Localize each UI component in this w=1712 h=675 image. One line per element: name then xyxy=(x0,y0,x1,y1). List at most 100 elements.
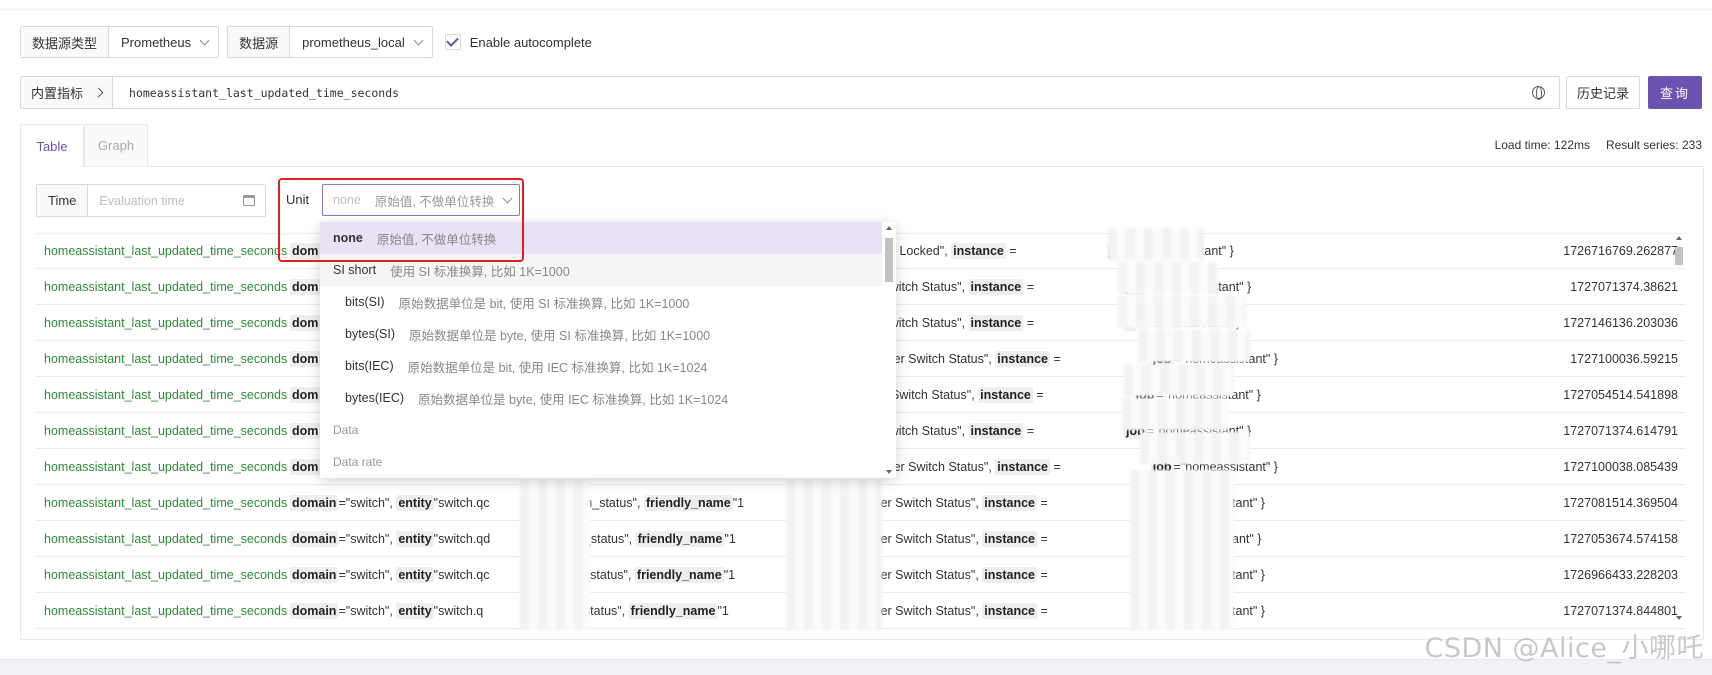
builtin-metrics-button[interactable]: 内置指标 xyxy=(21,77,114,108)
series-value: 1726716769.262877 xyxy=(1563,244,1678,258)
metric-name: homeassistant_last_updated_time_seconds … xyxy=(44,352,295,366)
series-labels: domain ="switch", entity "switch.qc vitch_s… xyxy=(290,566,736,583)
table-scrollbar[interactable] xyxy=(1673,233,1685,623)
label-key-domain: dom xyxy=(290,350,321,367)
series-labels: domain ="switch", entity "switch.qc switch_… xyxy=(290,494,744,511)
metric-name-text: homeassistant_last_updated_time_seconds xyxy=(44,279,288,294)
metric-name: homeassistant_last_updated_time_seconds … xyxy=(44,496,295,510)
option-name: SI short xyxy=(333,263,377,277)
query-button[interactable]: 查询 xyxy=(1648,76,1702,109)
label-key-instance: instance xyxy=(982,566,1037,583)
datasource-value: prometheus_local xyxy=(302,34,405,50)
scroll-down-icon[interactable] xyxy=(1676,616,1682,620)
option-name: bytes(SI) xyxy=(345,327,396,341)
label-key-domain: dom xyxy=(290,458,321,475)
promql-query-input[interactable]: 内置指标 homeassistant_last_updated_time_sec… xyxy=(20,76,1560,109)
query-text[interactable]: homeassistant_last_updated_time_seconds xyxy=(113,86,1532,100)
dropdown-option[interactable]: bits(SI) 原始数据单位是 bit, 使用 SI 标准换算, 比如 1K=1… xyxy=(320,286,896,318)
tab-table[interactable]: Table xyxy=(20,124,84,167)
option-name: bits(IEC) xyxy=(345,359,394,373)
dropdown-option[interactable]: bytes(IEC) 原始数据单位是 byte, 使用 IEC 标准换算, 比如 … xyxy=(320,382,896,414)
metric-name: homeassistant_last_updated_time_seconds … xyxy=(44,424,295,438)
option-desc: 原始数据单位是 bit, 使用 IEC 标准换算, 比如 1K=1024 xyxy=(407,360,708,375)
redaction-blur xyxy=(786,480,882,630)
label-key-friendly-name: friendly_name xyxy=(635,530,725,547)
datasource-label: 数据源 xyxy=(228,27,291,57)
redaction-blur xyxy=(1118,296,1246,328)
metric-name-text: homeassistant_last_updated_time_seconds xyxy=(44,423,288,438)
dropdown-option[interactable]: bytes(SI) 原始数据单位是 byte, 使用 SI 标准换算, 比如 1K… xyxy=(320,318,896,350)
time-placeholder: Evaluation time xyxy=(99,193,185,208)
load-time: Load time: 122ms xyxy=(1494,138,1590,152)
option-desc: 使用 SI 标准换算, 比如 1K=1000 xyxy=(390,264,570,279)
option-desc: 原始数据单位是 bit, 使用 SI 标准换算, 比如 1K=1000 xyxy=(398,296,690,311)
metric-name: homeassistant_last_updated_time_seconds … xyxy=(44,532,295,546)
series-value: 1727100036.59215 xyxy=(1570,351,1678,366)
dropdown-option[interactable]: SI short 使用 SI 标准换算, 比如 1K=1000 xyxy=(320,254,896,286)
label-key-instance: instance xyxy=(982,602,1037,619)
metric-name: homeassistant_last_updated_time_seconds … xyxy=(44,604,295,618)
label-key-instance: instance xyxy=(982,494,1037,511)
scroll-down-icon[interactable] xyxy=(886,470,892,474)
dropdown-option[interactable]: bits(IEC) 原始数据单位是 bit, 使用 IEC 标准换算, 比如 1K… xyxy=(320,350,896,382)
redaction-blur xyxy=(1124,364,1234,396)
series-labels: dom xyxy=(290,278,321,295)
top-divider xyxy=(0,0,1712,10)
series-labels: dom xyxy=(290,350,321,367)
scroll-thumb[interactable] xyxy=(1675,247,1683,265)
chevron-right-icon xyxy=(93,87,104,98)
label-value-friendly-name: "1 xyxy=(723,567,736,582)
dropdown-option[interactable]: none 原始值, 不做单位转换 xyxy=(320,222,896,254)
option-name: bytes(IEC) xyxy=(345,391,405,405)
series-value: 1727054514.541898 xyxy=(1563,387,1678,402)
series-value: 1726966433.228203 xyxy=(1563,567,1678,582)
option-desc: 原始数据单位是 byte, 使用 IEC 标准换算, 比如 1K=1024 xyxy=(418,392,729,407)
series-value: 1727053674.574158 xyxy=(1563,531,1678,546)
tab-graph[interactable]: Graph xyxy=(84,124,148,166)
label-key-entity: entity xyxy=(396,602,434,619)
redaction-blur xyxy=(1138,330,1250,362)
datasource-select[interactable]: 数据源 prometheus_local xyxy=(227,26,433,58)
metric-name-text: homeassistant_last_updated_time_seconds xyxy=(44,387,288,402)
label-key-instance: instance xyxy=(951,243,1006,259)
scroll-up-icon[interactable] xyxy=(886,226,892,230)
redaction-blur xyxy=(520,480,590,630)
time-label: Time xyxy=(37,185,89,216)
dropdown-scrollbar[interactable] xyxy=(882,222,896,478)
globe-icon[interactable] xyxy=(1532,86,1545,100)
dropdown-group-label: Data rate xyxy=(333,455,383,469)
label-key-domain: dom xyxy=(290,243,321,259)
datasource-type-select[interactable]: 数据源类型 Prometheus xyxy=(20,26,220,58)
scroll-up-icon[interactable] xyxy=(1676,236,1682,240)
dropdown-group-label: Data xyxy=(333,423,359,437)
label-key-instance: instance xyxy=(968,422,1024,439)
label-value-domain: ="switch", xyxy=(338,603,393,618)
label-key-domain: domain xyxy=(290,602,339,619)
evaluation-time-picker[interactable]: Time Evaluation time xyxy=(36,184,266,217)
redaction-blur xyxy=(1108,228,1204,260)
label-key-instance: instance xyxy=(982,530,1037,547)
series-value: 1727071374.614791 xyxy=(1563,423,1678,438)
metric-name-text: homeassistant_last_updated_time_seconds xyxy=(44,531,288,546)
autocomplete-label[interactable]: Enable autocomplete xyxy=(470,35,592,50)
label-key-entity: entity xyxy=(396,566,434,583)
metric-name: homeassistant_last_updated_time_seconds … xyxy=(44,460,295,474)
calendar-icon xyxy=(243,195,255,206)
label-key-instance: instance xyxy=(995,350,1050,367)
label-value-entity: "switch.qc xyxy=(433,567,490,582)
metric-name-text: homeassistant_last_updated_time_seconds xyxy=(44,244,288,258)
label-key-domain: dom xyxy=(290,386,321,403)
datasource-type-value: Prometheus xyxy=(121,34,192,50)
label-key-domain: dom xyxy=(290,278,321,295)
metric-name-text: homeassistant_last_updated_time_seconds xyxy=(44,603,288,618)
autocomplete-checkbox[interactable] xyxy=(444,34,461,50)
unit-select[interactable]: none 原始值, 不做单位转换 xyxy=(322,184,520,216)
redaction-blur xyxy=(1130,470,1234,630)
label-value-domain: ="switch", xyxy=(338,495,393,510)
label-value-domain: ="switch", xyxy=(338,567,393,582)
chevron-down-icon xyxy=(413,35,424,45)
scroll-thumb[interactable] xyxy=(885,238,893,282)
label-key-instance: instance xyxy=(968,314,1024,331)
watermark: CSDN @Alice_小哪吒 xyxy=(1424,633,1704,664)
history-button[interactable]: 历史记录 xyxy=(1566,76,1640,109)
